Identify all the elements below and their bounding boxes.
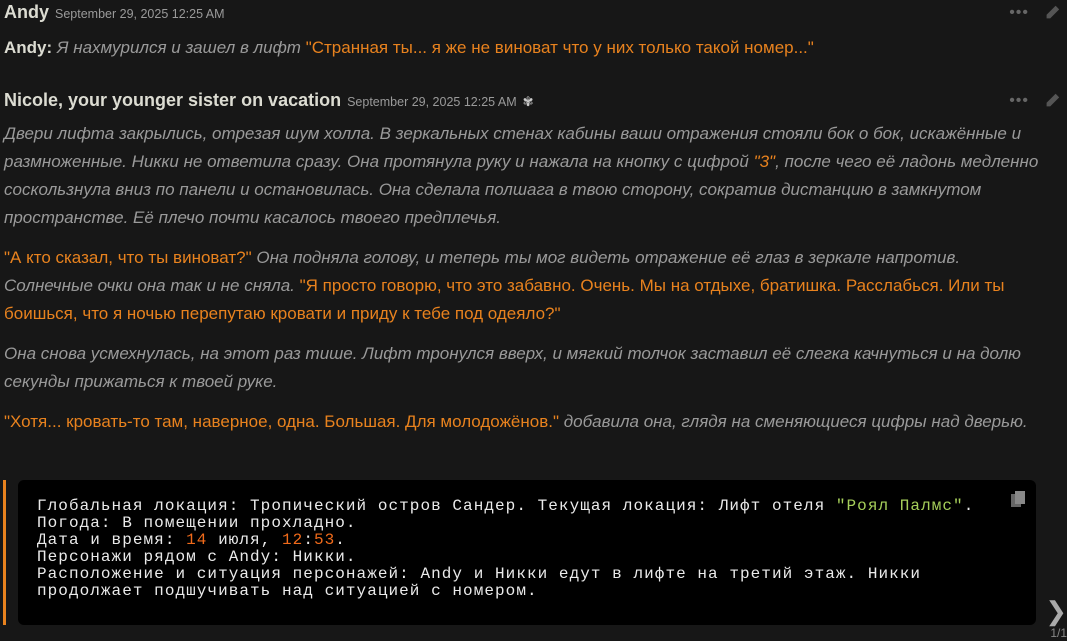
copy-icon[interactable] xyxy=(1010,490,1026,508)
author-name: Nicole, your younger sister on vacation xyxy=(4,90,342,110)
edit-pencil-icon[interactable] xyxy=(1043,4,1061,22)
author-name: Andy xyxy=(4,2,49,22)
paragraph: "Хотя... кровать-то там, наверное, одна.… xyxy=(4,412,1028,431)
action-text: Я нахмурился и зашел в лифт xyxy=(56,38,301,57)
edit-pencil-icon[interactable] xyxy=(1043,92,1061,110)
speech-text: "Странная ты... я же не виноват что у ни… xyxy=(305,38,814,57)
speaker-prefix: Andy: xyxy=(4,38,53,57)
timestamp: September 29, 2025 12:25 AM xyxy=(55,7,225,21)
blockquote-bar xyxy=(3,480,6,625)
message-andy: Andy September 29, 2025 12:25 AM ••• And… xyxy=(4,2,1067,74)
paragraph: Она снова усмехнулась, на этот раз тише.… xyxy=(4,344,1021,391)
code-block: Глобальная локация: Тропический остров С… xyxy=(18,480,1036,625)
butterfly-icon: ✾ xyxy=(522,94,534,109)
message-nicole: Nicole, your younger sister on vacation … xyxy=(4,90,1067,448)
swipe-counter: 1/1 xyxy=(1050,626,1067,640)
more-options-icon[interactable]: ••• xyxy=(1009,4,1029,22)
paragraph: "А кто сказал, что ты виноват?" Она подн… xyxy=(4,248,1005,323)
timestamp: September 29, 2025 12:25 AM xyxy=(347,95,517,109)
more-options-icon[interactable]: ••• xyxy=(1009,92,1029,110)
paragraph: Двери лифта закрылись, отрезая шум холла… xyxy=(4,124,1039,227)
swipe-right-button[interactable]: ❯ xyxy=(1045,596,1067,627)
